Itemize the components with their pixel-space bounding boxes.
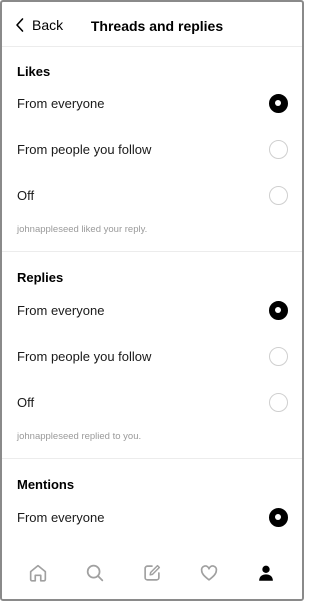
home-icon [30, 564, 47, 582]
radio-unselected[interactable] [269, 393, 288, 412]
likes-option-everyone[interactable]: From everyone [2, 84, 302, 124]
replies-option-people-you-follow[interactable]: From people you follow [2, 337, 302, 377]
option-label: Off [17, 395, 35, 410]
compose-icon [144, 564, 161, 581]
likes-option-off[interactable]: Off [2, 176, 302, 216]
likes-option-people-you-follow[interactable]: From people you follow [2, 130, 302, 170]
replies-option-off[interactable]: Off [2, 383, 302, 423]
radio-unselected[interactable] [269, 186, 288, 205]
option-label: From people you follow [17, 142, 152, 157]
option-label: From everyone [17, 510, 105, 525]
option-label: Off [17, 188, 35, 203]
section-title-likes: Likes [17, 64, 51, 79]
section-title-replies: Replies [17, 270, 64, 285]
mentions-option-everyone[interactable]: From everyone [2, 498, 302, 538]
tab-compose[interactable] [132, 553, 172, 593]
tab-profile[interactable] [246, 553, 286, 593]
section-divider [2, 251, 302, 252]
search-icon [86, 564, 104, 582]
tab-activity[interactable] [189, 553, 229, 593]
bottom-tab-bar [2, 547, 302, 599]
option-label: From everyone [17, 303, 105, 318]
section-title-mentions: Mentions [17, 477, 75, 492]
option-label: From people you follow [17, 349, 152, 364]
replies-option-everyone[interactable]: From everyone [2, 291, 302, 331]
header-divider [2, 46, 302, 47]
profile-icon [258, 565, 273, 581]
top-navigation-bar: Back Threads and replies [2, 2, 302, 52]
radio-unselected[interactable] [269, 347, 288, 366]
app-window: Back Threads and replies Likes From ever… [0, 0, 304, 601]
radio-selected[interactable] [269, 94, 288, 113]
replies-caption: johnappleseed replied to you. [17, 431, 142, 442]
option-label: From everyone [17, 96, 105, 111]
likes-caption: johnappleseed liked your reply. [17, 224, 148, 235]
radio-unselected[interactable] [269, 140, 288, 159]
radio-selected[interactable] [269, 508, 288, 527]
radio-selected[interactable] [269, 301, 288, 320]
heart-icon [200, 565, 217, 581]
page-title: Threads and replies [90, 18, 224, 34]
tab-search[interactable] [75, 553, 115, 593]
tab-home[interactable] [18, 553, 58, 593]
section-divider [2, 458, 302, 459]
